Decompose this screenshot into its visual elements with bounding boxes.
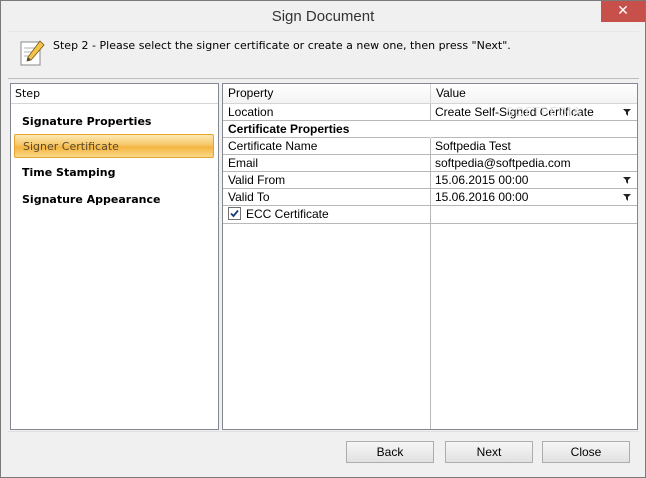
- group-fill: [430, 121, 431, 138]
- step-label: Signer Certificate: [23, 140, 119, 153]
- ecc-certificate-checkbox-row[interactable]: ECC Certificate: [226, 206, 426, 222]
- back-button[interactable]: Back: [346, 441, 434, 463]
- window-close-button[interactable]: ✕: [601, 1, 645, 22]
- footer-divider: [8, 431, 639, 432]
- steps-header: Step: [11, 84, 218, 104]
- dropdown-arrow-icon[interactable]: [620, 173, 634, 187]
- property-grid: Property Value Location Create Self-Sign…: [222, 83, 638, 430]
- property-value[interactable]: Softpedia Test: [435, 139, 511, 153]
- steps-panel: Step Signature Properties Signer Certifi…: [10, 83, 219, 430]
- grid-header: Property Value: [223, 84, 637, 104]
- sign-document-window: Sign Document ✕ Step 2 - Please select t…: [0, 0, 646, 478]
- softpedia-watermark: SOFTPEDIA: [506, 105, 582, 119]
- property-value[interactable]: 15.06.2015 00:00: [435, 173, 528, 187]
- wizard-header: Step 2 - Please select the signer certif…: [8, 31, 639, 79]
- property-name: Certificate Name: [228, 139, 318, 153]
- property-value[interactable]: 15.06.2016 00:00: [435, 190, 528, 204]
- ecc-certificate-label: ECC Certificate: [246, 207, 329, 221]
- ecc-certificate-checkbox[interactable]: [228, 207, 241, 220]
- close-icon: ✕: [617, 3, 629, 19]
- grid-row-ecc: ECC Certificate: [223, 206, 637, 224]
- grid-group-certificate-properties[interactable]: Certificate Properties: [223, 121, 637, 138]
- step-label: Signature Properties: [22, 115, 152, 128]
- column-header-value[interactable]: Value: [431, 84, 637, 104]
- property-name: Valid From: [228, 173, 286, 187]
- next-button[interactable]: Next: [445, 441, 533, 463]
- step-label: Signature Appearance: [22, 193, 161, 206]
- step-label: Time Stamping: [22, 166, 116, 179]
- property-name: Email: [228, 156, 259, 170]
- grid-row-certificate-name[interactable]: Certificate Name Softpedia Test: [223, 138, 637, 155]
- dropdown-arrow-icon[interactable]: [620, 105, 634, 119]
- group-label: Certificate Properties: [228, 122, 350, 136]
- close-button[interactable]: Close: [542, 441, 630, 463]
- dropdown-arrow-icon[interactable]: [620, 190, 634, 204]
- property-name: Valid To: [228, 190, 270, 204]
- step-time-stamping[interactable]: Time Stamping: [14, 161, 214, 185]
- column-header-property[interactable]: Property: [223, 84, 430, 104]
- step-signature-appearance[interactable]: Signature Appearance: [14, 188, 214, 212]
- grid-row-valid-from[interactable]: Valid From 15.06.2015 00:00: [223, 172, 637, 189]
- property-value[interactable]: softpedia@softpedia.com: [435, 156, 571, 170]
- step-signer-certificate[interactable]: Signer Certificate: [14, 134, 214, 158]
- window-title: Sign Document: [271, 8, 375, 25]
- grid-row-email[interactable]: Email softpedia@softpedia.com: [223, 155, 637, 172]
- document-pencil-icon: [17, 38, 47, 68]
- step-instruction: Step 2 - Please select the signer certif…: [53, 39, 511, 52]
- title-bar: Sign Document ✕: [1, 1, 645, 31]
- property-name: Location: [228, 105, 274, 119]
- grid-row-valid-to[interactable]: Valid To 15.06.2016 00:00: [223, 189, 637, 206]
- step-signature-properties[interactable]: Signature Properties: [14, 110, 214, 134]
